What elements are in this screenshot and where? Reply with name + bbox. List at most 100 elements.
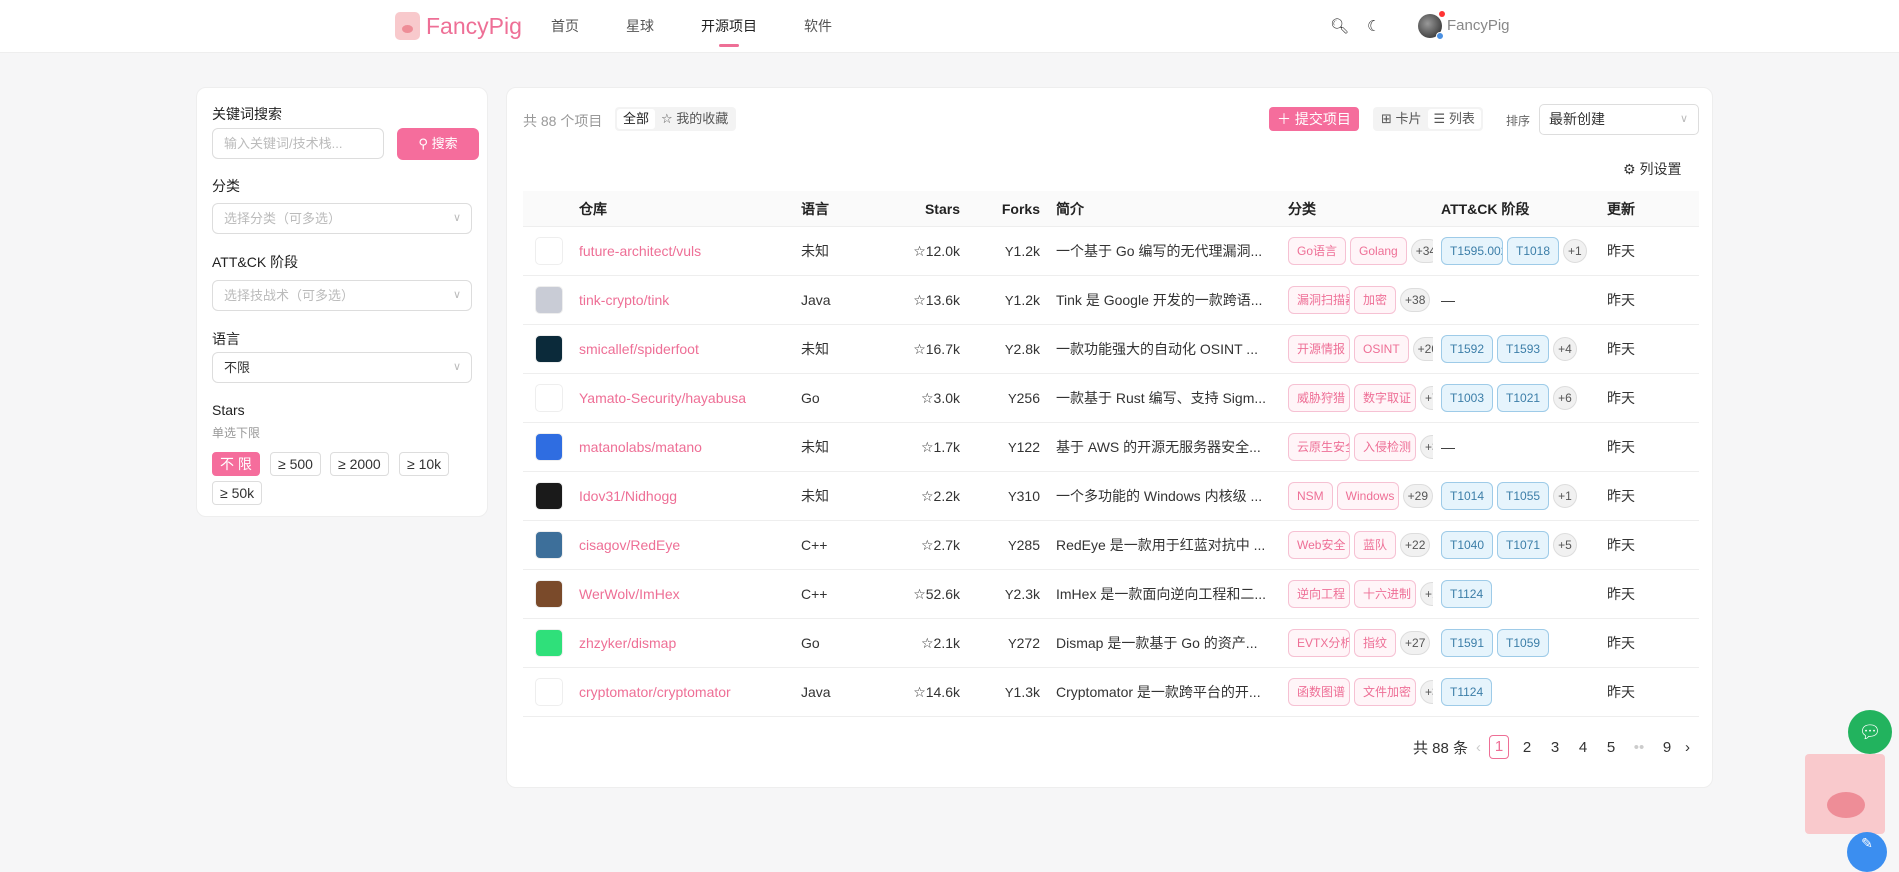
table-row[interactable]: Yamato-Security/hayabusa Go ☆3.0k Y256 一款基于 … bbox=[523, 374, 1699, 423]
page-button[interactable]: •• bbox=[1629, 739, 1649, 756]
attck-tag[interactable]: T1059 bbox=[1497, 629, 1550, 657]
category-tag[interactable]: 数字取证 bbox=[1354, 384, 1416, 412]
category-tag[interactable]: 开源情报 bbox=[1288, 335, 1350, 363]
stars-option[interactable]: 不 限 bbox=[212, 452, 260, 476]
header-cell[interactable]: Stars bbox=[881, 201, 968, 217]
table-row[interactable]: zhzyker/dismap Go ☆2.1k Y272 Dismap 是一款基于 Go… bbox=[523, 619, 1699, 668]
category-tag[interactable]: EVTX分析 bbox=[1288, 629, 1350, 657]
attck-tag[interactable]: T1040 bbox=[1441, 531, 1494, 559]
attck-tag[interactable]: T1593 bbox=[1497, 335, 1550, 363]
table-row[interactable]: matanolabs/matano 未知 ☆1.7k Y122 基于 AWS 的开源无服… bbox=[523, 423, 1699, 472]
category-tag[interactable]: 漏洞扫描器 bbox=[1288, 286, 1350, 314]
category-tag[interactable]: 指纹 bbox=[1354, 629, 1397, 657]
page-button[interactable]: 5 bbox=[1601, 739, 1621, 756]
repo-link[interactable]: cisagov/RedEye bbox=[571, 537, 793, 553]
prev-page-icon[interactable]: ‹ bbox=[1476, 739, 1481, 756]
stars-option[interactable]: ≥ 500 bbox=[270, 452, 321, 476]
page-button[interactable]: 1 bbox=[1489, 735, 1509, 759]
more-attck-badge[interactable]: +4 bbox=[1553, 337, 1577, 361]
category-tag[interactable]: NSM bbox=[1288, 482, 1333, 510]
more-tags-badge[interactable]: +38 bbox=[1400, 288, 1431, 312]
more-attck-badge[interactable]: +5 bbox=[1553, 533, 1577, 557]
repo-link[interactable]: WerWolv/ImHex bbox=[571, 586, 793, 602]
lang-select[interactable]: 不限 ∨ bbox=[212, 352, 472, 383]
repo-link[interactable]: cryptomator/cryptomator bbox=[571, 684, 793, 700]
search-icon[interactable]: 🔍︎ bbox=[1330, 17, 1349, 35]
more-tags-badge[interactable]: +15 bbox=[1420, 582, 1433, 606]
repo-link[interactable]: matanolabs/matano bbox=[571, 439, 793, 455]
table-row[interactable]: cryptomator/cryptomator Java ☆14.6k Y1.3k Cr… bbox=[523, 668, 1699, 717]
page-button[interactable]: 3 bbox=[1545, 739, 1565, 756]
submit-project-button[interactable]: ＋ 提交项目 bbox=[1269, 107, 1359, 131]
table-row[interactable]: WerWolv/ImHex C++ ☆52.6k Y2.3k ImHex 是一款面向逆向… bbox=[523, 570, 1699, 619]
category-tag[interactable]: 十六进制 bbox=[1354, 580, 1416, 608]
header-cell[interactable]: 分类 bbox=[1280, 199, 1433, 219]
category-tag[interactable]: 云原生安全 bbox=[1288, 433, 1350, 461]
more-tags-badge[interactable]: +32 bbox=[1420, 435, 1433, 459]
repo-link[interactable]: smicallef/spiderfoot bbox=[571, 341, 793, 357]
more-tags-badge[interactable]: +22 bbox=[1400, 533, 1431, 557]
stars-option[interactable]: ≥ 50k bbox=[212, 481, 263, 505]
table-row[interactable]: Idov31/Nidhogg 未知 ☆2.2k Y310 一个多功能的 Windows … bbox=[523, 472, 1699, 521]
header-cell[interactable]: Forks bbox=[968, 201, 1048, 217]
attck-tag[interactable]: T1018 bbox=[1507, 237, 1560, 265]
table-row[interactable]: tink-crypto/tink Java ☆13.6k Y1.2k Tink 是 Go… bbox=[523, 276, 1699, 325]
more-tags-badge[interactable]: +7 bbox=[1420, 386, 1433, 410]
sort-select[interactable]: 最新创建 ∨ bbox=[1539, 104, 1699, 135]
nav-item[interactable]: 开源项目 bbox=[701, 0, 757, 53]
search-button[interactable]: ⚲ 搜索 bbox=[397, 128, 479, 160]
filter-favorites[interactable]: ☆ 我的收藏 bbox=[655, 109, 734, 129]
attck-select[interactable]: 选择技战术（可多选） ∨ bbox=[212, 280, 472, 311]
attck-tag[interactable]: T1021 bbox=[1497, 384, 1550, 412]
attck-tag[interactable]: T1591 bbox=[1441, 629, 1494, 657]
more-tags-badge[interactable]: +20 bbox=[1412, 337, 1433, 361]
header-cell[interactable]: 更新 bbox=[1599, 199, 1699, 219]
stars-option[interactable]: ≥ 2000 bbox=[330, 452, 389, 476]
attck-tag[interactable]: T1014 bbox=[1441, 482, 1494, 510]
category-tag[interactable]: Web安全 bbox=[1288, 531, 1350, 559]
category-tag[interactable]: 加密 bbox=[1354, 286, 1397, 314]
category-tag[interactable]: 入侵检测 bbox=[1354, 433, 1416, 461]
filter-all[interactable]: 全部 bbox=[617, 109, 656, 129]
nav-item[interactable]: 星球 bbox=[626, 0, 654, 53]
nav-item[interactable]: 软件 bbox=[804, 0, 832, 53]
repo-link[interactable]: tink-crypto/tink bbox=[571, 292, 793, 308]
moon-icon[interactable]: ☾ bbox=[1367, 17, 1385, 35]
page-button[interactable]: 2 bbox=[1517, 739, 1537, 756]
header-cell[interactable]: ATT&CK 阶段 bbox=[1433, 199, 1599, 219]
category-tag[interactable]: Golang bbox=[1350, 237, 1407, 265]
keyword-input[interactable]: 输入关键词/技术栈... bbox=[212, 128, 384, 159]
attck-tag[interactable]: T1124 bbox=[1441, 580, 1493, 608]
header-cell[interactable]: 仓库 bbox=[571, 199, 793, 219]
edit-button[interactable]: ✎ bbox=[1847, 832, 1887, 872]
more-tags-badge[interactable]: +35 bbox=[1420, 680, 1433, 704]
header-cell[interactable]: 语言 bbox=[793, 199, 881, 219]
page-button[interactable]: 4 bbox=[1573, 739, 1593, 756]
avatar[interactable] bbox=[1418, 11, 1445, 40]
attck-tag[interactable]: T1595.002 bbox=[1441, 237, 1503, 265]
attck-tag[interactable]: T1055 bbox=[1497, 482, 1550, 510]
repo-link[interactable]: zhzyker/dismap bbox=[571, 635, 793, 651]
wechat-button[interactable]: 💬︎ bbox=[1848, 710, 1892, 754]
category-select[interactable]: 选择分类（可多选） ∨ bbox=[212, 203, 472, 234]
stars-option[interactable]: ≥ 10k bbox=[399, 452, 450, 476]
column-settings-button[interactable]: ⚙ 列设置 bbox=[1623, 159, 1681, 179]
category-tag[interactable]: OSINT bbox=[1354, 335, 1409, 363]
category-tag[interactable]: 威胁狩猎 bbox=[1288, 384, 1350, 412]
page-button[interactable]: 9 bbox=[1657, 739, 1677, 756]
attck-tag[interactable]: T1071 bbox=[1497, 531, 1550, 559]
category-tag[interactable]: 蓝队 bbox=[1354, 531, 1397, 559]
repo-link[interactable]: Yamato-Security/hayabusa bbox=[571, 390, 793, 406]
more-attck-badge[interactable]: +1 bbox=[1563, 239, 1587, 263]
more-tags-badge[interactable]: +27 bbox=[1400, 631, 1431, 655]
next-page-icon[interactable]: › bbox=[1685, 739, 1690, 756]
category-tag[interactable]: Windows bbox=[1336, 482, 1399, 510]
view-list[interactable]: ☰ 列表 bbox=[1427, 109, 1481, 129]
attck-tag[interactable]: T1592 bbox=[1441, 335, 1494, 363]
more-tags-badge[interactable]: +34 bbox=[1410, 239, 1433, 263]
pig-mascot[interactable] bbox=[1805, 754, 1885, 834]
category-tag[interactable]: 文件加密 bbox=[1354, 678, 1416, 706]
nav-item[interactable]: 首页 bbox=[551, 0, 579, 53]
more-attck-badge[interactable]: +1 bbox=[1553, 484, 1577, 508]
repo-link[interactable]: future-architect/vuls bbox=[571, 243, 793, 259]
